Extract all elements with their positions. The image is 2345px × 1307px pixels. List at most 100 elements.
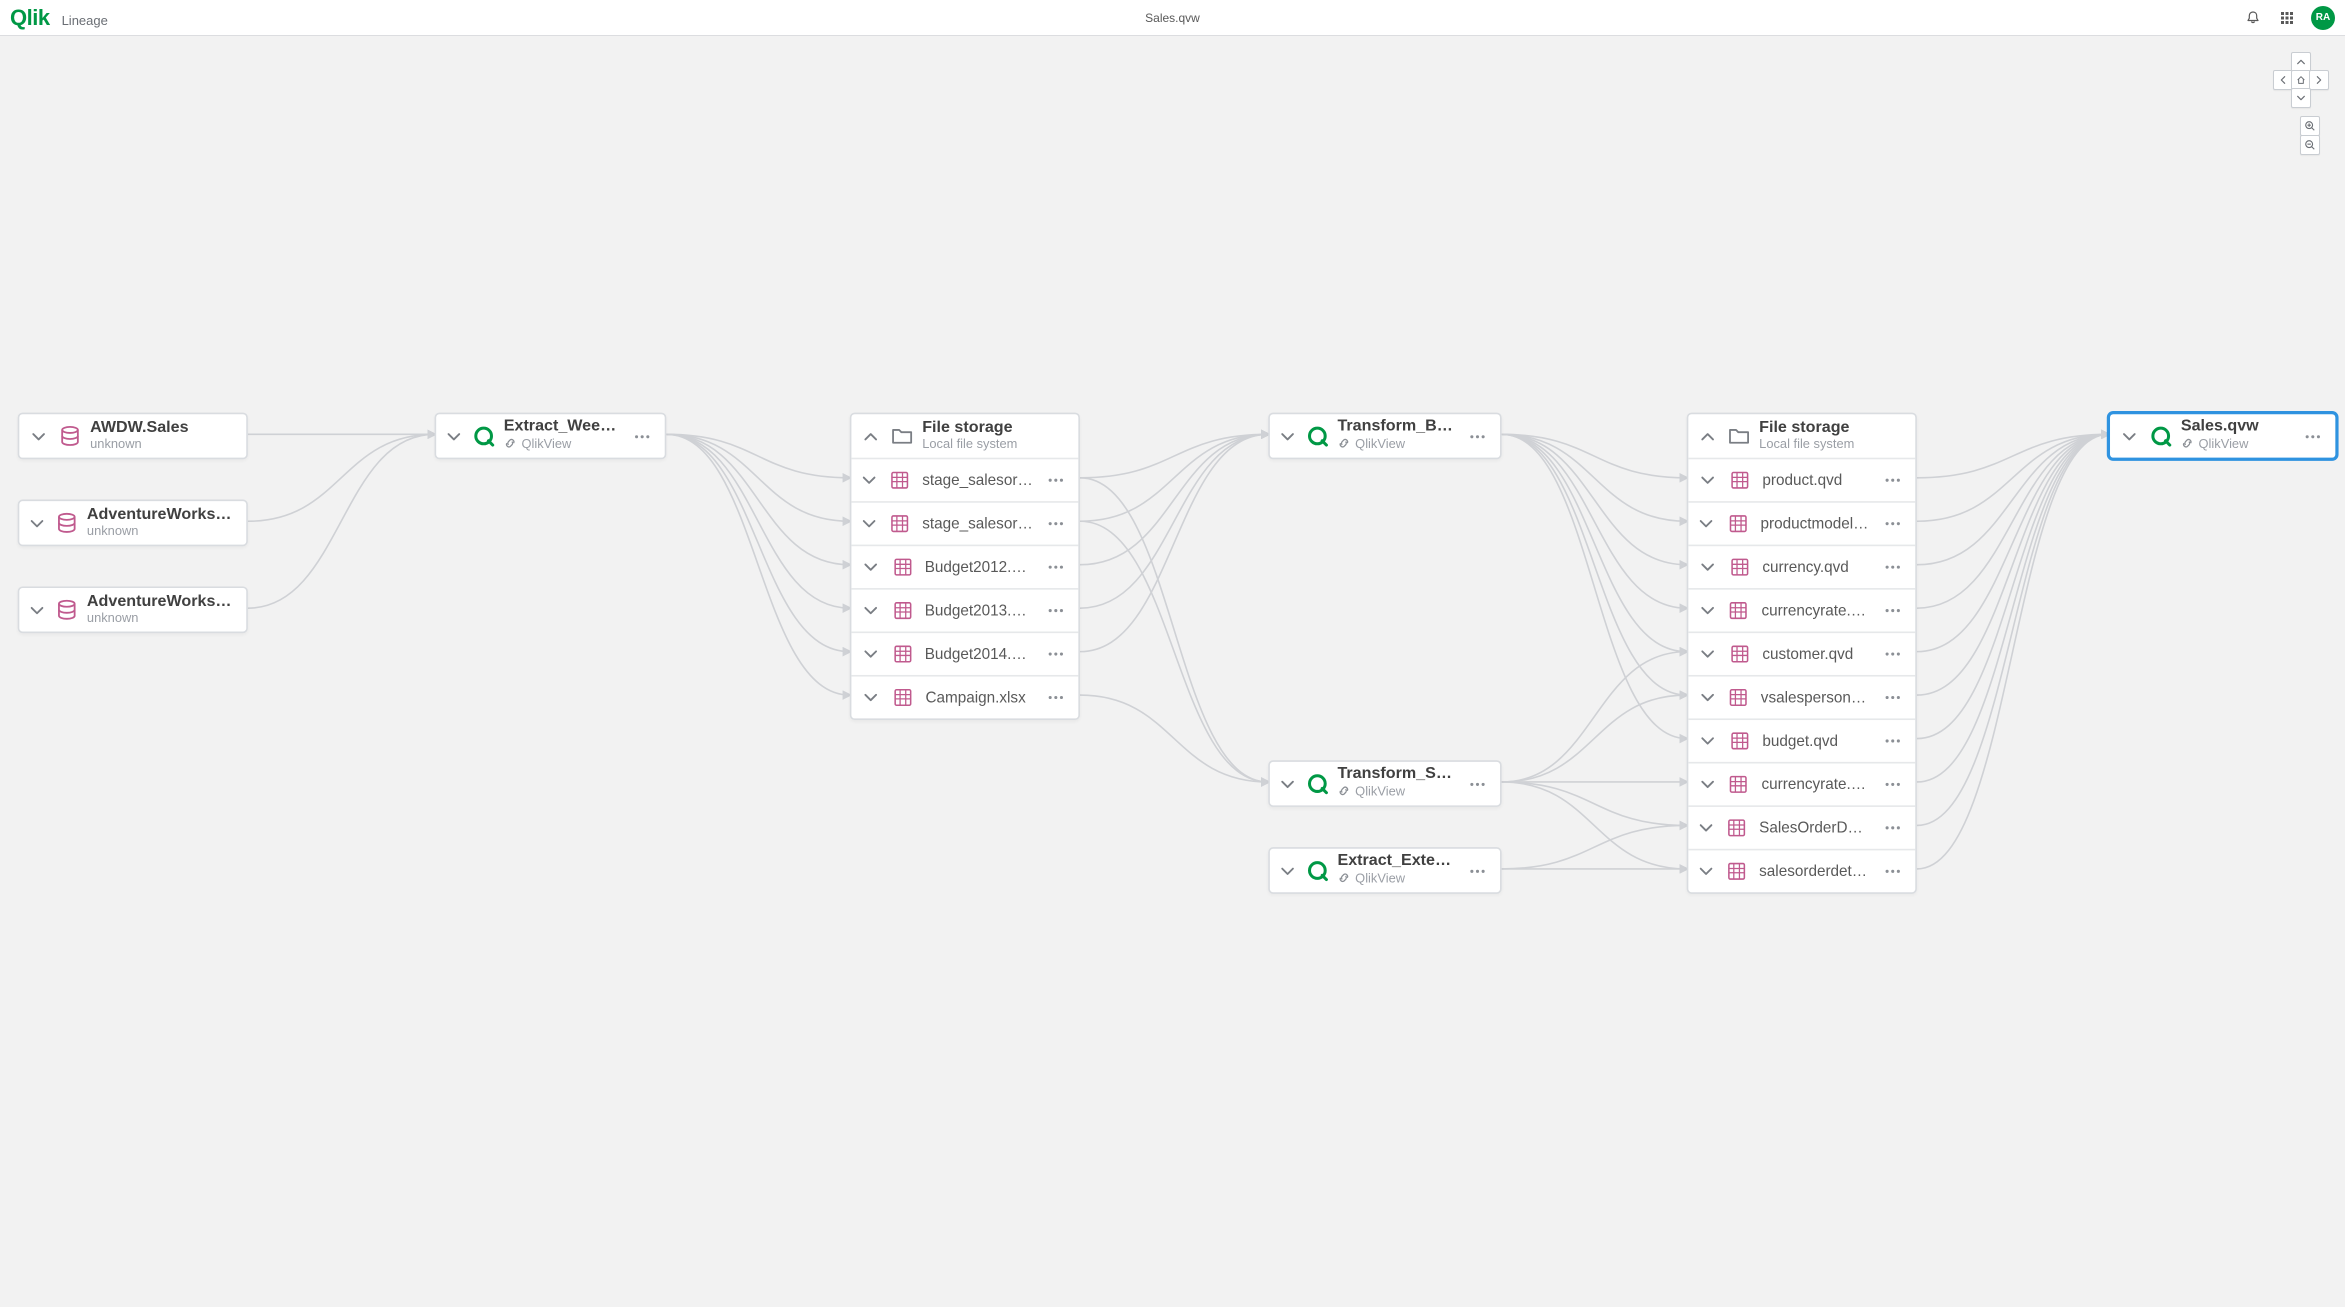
- more-icon[interactable]: [1880, 554, 1906, 580]
- more-icon[interactable]: [1465, 423, 1491, 449]
- node-header[interactable]: Transform_Budget.qvw QlikView: [1270, 414, 1500, 457]
- lineage-child-row[interactable]: customer.qvd: [1688, 632, 1915, 675]
- node-header[interactable]: Extract_Weekly.qvw QlikView: [436, 414, 665, 457]
- node-header[interactable]: File storage Local file system: [1688, 414, 1915, 457]
- lineage-child-row[interactable]: product.qvd: [1688, 458, 1915, 501]
- child-label: SalesOrderDetail_202...: [1759, 819, 1870, 837]
- lineage-node[interactable]: Transform_Budget.qvw QlikView: [1268, 413, 1501, 460]
- expand-toggle[interactable]: [29, 426, 48, 445]
- expand-toggle[interactable]: [1280, 861, 1296, 880]
- lineage-node[interactable]: Sales.qvw QlikView: [2108, 413, 2337, 460]
- expand-toggle[interactable]: [1698, 514, 1715, 533]
- expand-toggle[interactable]: [861, 514, 877, 533]
- lineage-node[interactable]: AdventureWorks2017.Produ... unknown: [18, 586, 248, 633]
- node-header[interactable]: File storage Local file system: [851, 414, 1078, 457]
- more-icon[interactable]: [1043, 467, 1069, 493]
- expand-toggle[interactable]: [1698, 426, 1717, 445]
- expand-toggle[interactable]: [29, 600, 45, 619]
- node-header[interactable]: AdventureWorks2017.Produ... unknown: [19, 588, 246, 631]
- expand-toggle[interactable]: [861, 426, 880, 445]
- canvas-viewport[interactable]: AWDW.Sales unknown AdventureWorks2017.Sa…: [0, 36, 2345, 1307]
- lineage-child-row[interactable]: Budget2012.xlsx: [851, 545, 1078, 588]
- node-title: Extract_External.qvw: [1337, 854, 1456, 870]
- expand-toggle[interactable]: [1698, 862, 1714, 881]
- more-icon[interactable]: [1880, 815, 1906, 841]
- notifications-icon[interactable]: [2243, 8, 2263, 28]
- more-icon[interactable]: [629, 423, 655, 449]
- more-icon[interactable]: [1465, 771, 1491, 797]
- brand-logo[interactable]: Qlik: [10, 5, 50, 31]
- pan-home-button[interactable]: [2291, 70, 2311, 90]
- more-icon[interactable]: [1043, 641, 1069, 667]
- expand-toggle[interactable]: [1280, 426, 1296, 445]
- expand-toggle[interactable]: [861, 471, 877, 490]
- lineage-child-row[interactable]: SalesOrderDetail_202...: [1688, 805, 1915, 848]
- pan-right-button[interactable]: [2309, 70, 2329, 90]
- lineage-child-row[interactable]: Campaign.xlsx: [851, 675, 1078, 718]
- expand-toggle[interactable]: [1698, 644, 1717, 663]
- more-icon[interactable]: [1880, 641, 1906, 667]
- zoom-out-button[interactable]: [2300, 135, 2320, 155]
- expand-toggle[interactable]: [2120, 426, 2139, 445]
- expand-toggle[interactable]: [1698, 601, 1716, 620]
- node-header[interactable]: Extract_External.qvw QlikView: [1270, 849, 1500, 892]
- lineage-child-row[interactable]: salesorderdetail.qvd: [1688, 849, 1915, 892]
- expand-toggle[interactable]: [446, 426, 462, 445]
- expand-toggle[interactable]: [1698, 557, 1717, 576]
- node-header[interactable]: Sales.qvw QlikView: [2110, 414, 2335, 457]
- more-icon[interactable]: [1880, 858, 1906, 884]
- expand-toggle[interactable]: [1280, 774, 1296, 793]
- expand-toggle[interactable]: [861, 688, 880, 707]
- lineage-child-row[interactable]: currencyrate.qvd: [1688, 588, 1915, 631]
- pan-down-button[interactable]: [2291, 88, 2311, 108]
- expand-toggle[interactable]: [861, 557, 880, 576]
- expand-toggle[interactable]: [29, 513, 45, 532]
- more-icon[interactable]: [2300, 423, 2326, 449]
- more-icon[interactable]: [1880, 772, 1906, 798]
- expand-toggle[interactable]: [1698, 688, 1716, 707]
- lineage-child-row[interactable]: stage_salesorderdetail...: [851, 458, 1078, 501]
- lineage-container-node[interactable]: File storage Local file system product.q…: [1687, 413, 1917, 894]
- pan-left-button[interactable]: [2273, 70, 2293, 90]
- lineage-node[interactable]: AWDW.Sales unknown: [18, 413, 248, 460]
- node-header[interactable]: Transform_Sales.qvw QlikView: [1270, 762, 1500, 805]
- lineage-child-row[interactable]: Budget2013.xlsx: [851, 588, 1078, 631]
- node-subtitle: QlikView: [521, 438, 571, 451]
- avatar[interactable]: RA: [2311, 6, 2335, 30]
- lineage-canvas[interactable]: AWDW.Sales unknown AdventureWorks2017.Sa…: [0, 36, 2345, 1291]
- node-subtitle: unknown: [87, 525, 139, 538]
- more-icon[interactable]: [1043, 554, 1069, 580]
- lineage-node[interactable]: AdventureWorks2017.Sales unknown: [18, 500, 248, 547]
- lineage-child-row[interactable]: Budget2014.xlsx: [851, 632, 1078, 675]
- more-icon[interactable]: [1043, 598, 1069, 624]
- app-launcher-icon[interactable]: [2277, 8, 2297, 28]
- node-header[interactable]: AdventureWorks2017.Sales unknown: [19, 501, 246, 544]
- node-header[interactable]: AWDW.Sales unknown: [19, 414, 246, 457]
- lineage-child-row[interactable]: currencyrate.qvd: [1688, 762, 1915, 805]
- expand-toggle[interactable]: [861, 601, 880, 620]
- more-icon[interactable]: [1880, 511, 1906, 537]
- lineage-child-row[interactable]: productmodel.qvd: [1688, 501, 1915, 544]
- more-icon[interactable]: [1880, 728, 1906, 754]
- more-icon[interactable]: [1880, 467, 1906, 493]
- lineage-child-row[interactable]: vsalesperson.qvd: [1688, 675, 1915, 718]
- lineage-child-row[interactable]: budget.qvd: [1688, 718, 1915, 761]
- lineage-child-row[interactable]: currency.qvd: [1688, 545, 1915, 588]
- more-icon[interactable]: [1465, 858, 1491, 884]
- lineage-container-node[interactable]: File storage Local file system stage_sal…: [850, 413, 1080, 720]
- more-icon[interactable]: [1043, 685, 1069, 711]
- expand-toggle[interactable]: [861, 644, 880, 663]
- expand-toggle[interactable]: [1698, 471, 1717, 490]
- lineage-node[interactable]: Extract_Weekly.qvw QlikView: [435, 413, 667, 460]
- expand-toggle[interactable]: [1698, 731, 1717, 750]
- expand-toggle[interactable]: [1698, 775, 1716, 794]
- expand-toggle[interactable]: [1698, 818, 1714, 837]
- more-icon[interactable]: [1043, 511, 1069, 537]
- zoom-in-button[interactable]: [2300, 116, 2320, 136]
- more-icon[interactable]: [1880, 685, 1906, 711]
- lineage-node[interactable]: Extract_External.qvw QlikView: [1268, 847, 1501, 894]
- lineage-child-row[interactable]: stage_salesorderhead...: [851, 501, 1078, 544]
- pan-up-button[interactable]: [2291, 52, 2311, 72]
- lineage-node[interactable]: Transform_Sales.qvw QlikView: [1268, 760, 1501, 807]
- more-icon[interactable]: [1880, 598, 1906, 624]
